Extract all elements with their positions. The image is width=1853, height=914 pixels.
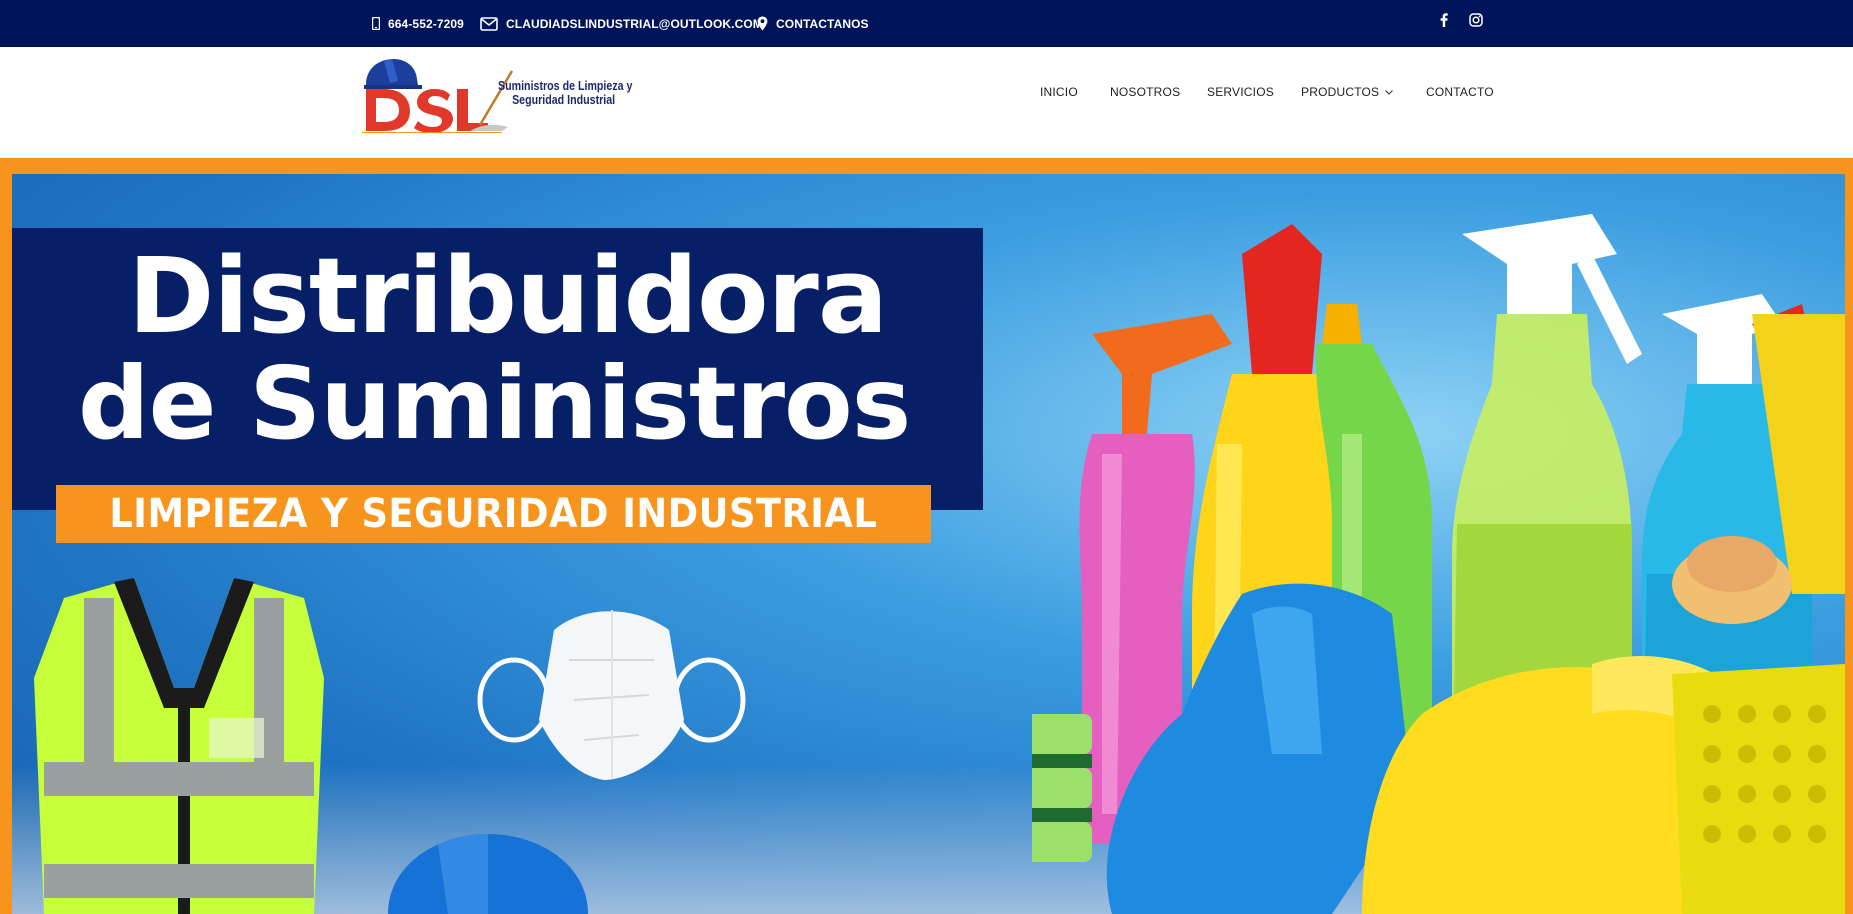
hard-hat-image bbox=[388, 834, 588, 914]
nav-item-contacto[interactable]: CONTACTO bbox=[1426, 85, 1494, 99]
hero-title-line1: Distribuidora bbox=[128, 235, 888, 357]
mobile-phone-icon bbox=[372, 17, 380, 30]
phone-number: 664-552-7209 bbox=[388, 16, 464, 31]
hero-subtitle: LIMPIEZA Y SEGURIDAD INDUSTRIAL bbox=[109, 491, 878, 537]
logo-tagline: Suministros de Limpieza y Seguridad Indu… bbox=[498, 78, 633, 107]
logo-tagline-line2: Seguridad Industrial bbox=[512, 92, 616, 107]
nav-item-nosotros[interactable]: NOSOTROS bbox=[1110, 85, 1180, 99]
nav-item-servicios[interactable]: SERVICIOS bbox=[1207, 85, 1274, 99]
location-label: CONTACTANOS bbox=[776, 16, 869, 31]
nav-item-inicio[interactable]: INICIO bbox=[1040, 85, 1078, 99]
phone-contact[interactable]: 664-552-7209 bbox=[372, 0, 464, 47]
hero-subtitle-box: LIMPIEZA Y SEGURIDAD INDUSTRIAL bbox=[56, 485, 931, 543]
chevron-down-icon bbox=[1385, 89, 1394, 95]
envelope-icon bbox=[480, 16, 498, 31]
top-contact-bar: 664-552-7209 CLAUDIADSLINDUSTRIAL@OUTLOO… bbox=[0, 0, 1853, 47]
hero-banner: Distribuidora de Suministros LIMPIEZA Y … bbox=[12, 174, 1845, 914]
nav-item-productos[interactable]: PRODUCTOS bbox=[1301, 85, 1394, 99]
hero-title-line2: de Suministros bbox=[78, 345, 911, 462]
nav-item-productos-label: PRODUCTOS bbox=[1301, 85, 1380, 99]
site-header: Suministros de Limpieza y Seguridad Indu… bbox=[0, 47, 1853, 158]
location-contact[interactable]: CONTACTANOS bbox=[757, 0, 869, 47]
instagram-icon[interactable] bbox=[1469, 0, 1483, 40]
safety-vest-image bbox=[34, 578, 324, 914]
cleaning-spray-bottles-image bbox=[1032, 214, 1845, 914]
email-contact[interactable]: CLAUDIADSLINDUSTRIAL@OUTLOOK.COM bbox=[480, 0, 763, 47]
logo-tagline-line1: Suministros de Limpieza y bbox=[498, 78, 633, 93]
map-pin-icon bbox=[757, 16, 768, 31]
facebook-icon[interactable] bbox=[1440, 0, 1448, 40]
email-address: CLAUDIADSLINDUSTRIAL@OUTLOOK.COM bbox=[506, 16, 763, 31]
face-mask-image bbox=[477, 610, 746, 780]
